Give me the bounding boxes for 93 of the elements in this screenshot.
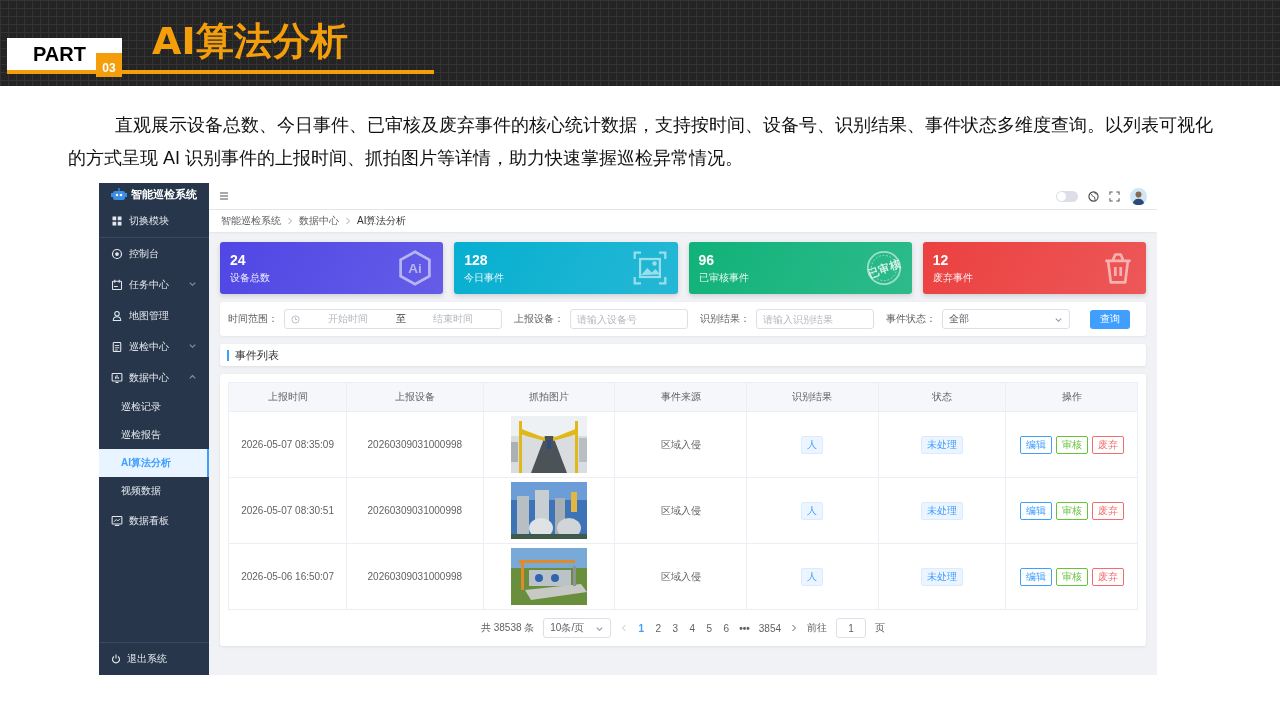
filter-label: 时间范围： (228, 312, 278, 326)
sidebar-item[interactable]: 数据看板 (129, 513, 197, 528)
goto-label: 前往 (807, 621, 828, 635)
result-tag: 人 (801, 501, 824, 520)
select-field[interactable]: 全部 (942, 309, 1070, 329)
status-tag: 未处理 (921, 567, 963, 586)
slide-title: AI算法分析 (152, 18, 348, 65)
page-size-select[interactable]: 10条/页 (543, 618, 612, 638)
breadcrumb-item[interactable]: 智能巡检系统 (221, 214, 281, 228)
app-logo-text: 智能巡检系统 (131, 186, 197, 202)
stamp-icon: 已审核 (865, 250, 902, 286)
total-count: 共 38538 条 (480, 621, 535, 635)
stat-value: 128 (464, 251, 489, 268)
target-icon (111, 247, 123, 260)
page-number[interactable]: 3854 (758, 622, 782, 634)
part-number: 03 (96, 53, 122, 77)
stat-label: 今日事件 (464, 270, 506, 285)
fullscreen-icon[interactable] (1109, 190, 1120, 202)
table-cell: 区域入侵 (614, 477, 747, 544)
column-header: 识别结果 (746, 382, 879, 412)
sidebar-item[interactable]: 控制台 (129, 246, 197, 261)
section-title: 事件列表 (235, 347, 279, 363)
chevron-right-icon (345, 217, 351, 225)
chart-screen-icon (111, 371, 123, 384)
calendar-icon (111, 278, 123, 291)
sidebar-item[interactable]: 任务中心 (129, 277, 182, 292)
chevron-right-icon (287, 217, 293, 225)
table-cell: 20260309031000998 (346, 477, 483, 544)
toggle-switch[interactable] (1056, 190, 1078, 202)
stat-label: 已审核事件 (698, 270, 750, 285)
logout-link[interactable]: 退出系统 (127, 652, 167, 666)
power-icon (111, 654, 121, 664)
page-number[interactable]: 5 (705, 622, 714, 634)
breadcrumb-item[interactable]: 数据中心 (299, 214, 339, 228)
column-header: 抓拍图片 (483, 382, 615, 412)
description-paragraph: 直观展示设备总数、今日事件、已审核及废弃事件的核心统计数据，支持按时间、设备号、识别结果、事件状态多维度查询。以列表可视化的方式呈现 AI 识别事件的上报时间、抓拍图片等详情，助力快速掌握巡检异常情况。 (68, 114, 1214, 170)
sidebar-item[interactable]: 数据中心 (129, 370, 182, 385)
page-input[interactable]: 1 (836, 618, 867, 638)
menu-icon[interactable] (219, 191, 229, 201)
table-cell: 20260309031000998 (346, 543, 483, 610)
table-cell: 2026-05-07 08:30:51 (228, 477, 347, 544)
chevron-left-icon[interactable] (620, 624, 629, 632)
page-suffix: 页 (875, 621, 886, 635)
grid-icon (111, 215, 123, 227)
chevron-icon (188, 372, 197, 381)
clock-icon (291, 314, 300, 324)
input-field[interactable]: 请输入识别结果 (756, 309, 874, 329)
table-cell: 2026-05-07 08:35:09 (228, 411, 347, 478)
sidebar-item[interactable]: 巡检中心 (129, 339, 182, 354)
avatar-icon[interactable] (1130, 187, 1147, 205)
table-cell: 区域入侵 (614, 543, 747, 610)
status-tag: 未处理 (921, 501, 963, 520)
chevron-icon (188, 341, 197, 350)
sidebar-item[interactable]: 地图管理 (129, 308, 197, 323)
page-number[interactable]: 6 (722, 622, 731, 634)
monitor-chart-icon (111, 514, 123, 527)
page-number[interactable]: 4 (688, 622, 697, 634)
robot-icon (111, 187, 127, 201)
column-header: 事件来源 (614, 382, 747, 412)
breadcrumb-item[interactable]: AI算法分析 (357, 214, 407, 228)
column-header: 上报设备 (346, 382, 483, 412)
filter-label: 识别结果： (700, 312, 750, 326)
stat-value: 24 (230, 251, 247, 268)
image-icon (631, 250, 668, 286)
table-cell: 区域入侵 (614, 411, 747, 478)
chevron-icon (188, 279, 197, 288)
status-tag: 未处理 (921, 435, 963, 454)
stat-value: 12 (932, 251, 950, 268)
table-cell: 20260309031000998 (346, 411, 483, 478)
result-tag: 人 (801, 435, 824, 454)
date-range-field[interactable]: 开始时间 至 结束时间 (284, 309, 502, 329)
ellipsis[interactable]: ••• (739, 622, 750, 634)
map-person-icon (111, 309, 123, 322)
stat-value: 96 (698, 251, 716, 268)
sidebar-item[interactable]: 切换模块 (129, 214, 197, 228)
column-header: 上报时间 (228, 382, 347, 412)
sidebar-subitem[interactable]: 视频数据 (99, 477, 209, 505)
table-cell: 2026-05-06 16:50:07 (228, 543, 347, 610)
sidebar-subitem[interactable]: 巡检报告 (99, 421, 209, 449)
page-number[interactable]: 2 (654, 622, 663, 634)
result-tag: 人 (801, 567, 824, 586)
clipboard-icon (111, 340, 123, 353)
input-field[interactable]: 请输入设备号 (570, 309, 688, 329)
column-header: 操作 (1005, 382, 1138, 412)
filter-label: 事件状态： (886, 312, 936, 326)
sidebar-subitem[interactable]: 巡检记录 (99, 393, 209, 421)
filter-label: 上报设备： (514, 312, 564, 326)
stat-label: 设备总数 (230, 270, 271, 285)
stat-label: 废弃事件 (932, 270, 974, 285)
page-number[interactable]: 3 (671, 622, 680, 634)
ai-hexagon-icon: Ai (397, 250, 434, 286)
column-header: 状态 (878, 382, 1006, 412)
chevron-right-icon[interactable] (790, 624, 799, 632)
